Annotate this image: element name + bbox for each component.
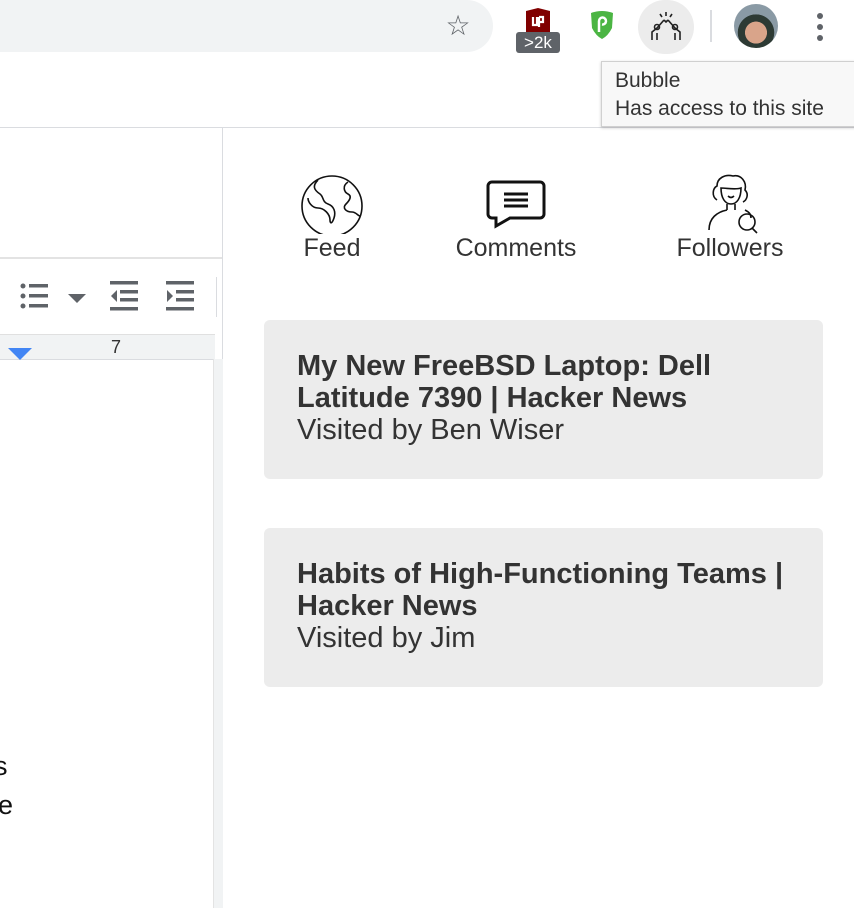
bubble-nav: Feed Comments Followers [223, 170, 854, 270]
dropdown-arrow-icon[interactable] [68, 294, 86, 304]
profile-avatar[interactable] [734, 4, 778, 48]
document-text: s [0, 751, 8, 781]
nav-label: Followers [676, 234, 784, 262]
history-card[interactable]: Habits of High-Functioning Teams | Hacke… [264, 528, 823, 687]
document-text: . [0, 530, 2, 561]
docs-toolbar [0, 257, 222, 336]
speech-bubble-icon [486, 180, 546, 229]
nav-followers[interactable]: Followers [670, 170, 790, 263]
globe-icon [301, 175, 363, 234]
ruler[interactable]: 7 [0, 334, 215, 360]
card-title[interactable]: Habits of High-Functioning Teams | Hacke… [297, 558, 803, 622]
high-five-icon [651, 12, 681, 40]
ublock-origin-icon[interactable] [524, 8, 552, 32]
card-title[interactable]: My New FreeBSD Laptop: Dell Latitude 739… [297, 350, 803, 414]
card-visited-by: Visited by Ben Wiser [297, 414, 565, 446]
bubble-extension-button[interactable] [638, 0, 694, 54]
ruler-number: 7 [111, 337, 122, 357]
address-bar[interactable] [0, 0, 493, 52]
decrease-indent-icon[interactable] [110, 281, 138, 311]
nav-comments[interactable]: Comments [451, 170, 581, 263]
person-search-icon [708, 174, 758, 234]
scrollbar[interactable] [213, 359, 223, 908]
document-text: e [0, 790, 14, 820]
extension-tooltip: Bubble Has access to this site [601, 61, 854, 127]
nav-label: Comments [455, 234, 577, 262]
google-docs-pane [0, 128, 223, 908]
more-menu-icon[interactable] [808, 8, 832, 44]
bookmark-star-icon[interactable]: ☆ [442, 10, 474, 42]
vpn-shield-icon[interactable] [588, 10, 616, 40]
history-card[interactable]: My New FreeBSD Laptop: Dell Latitude 739… [264, 320, 823, 479]
nav-feed[interactable]: Feed [300, 170, 364, 263]
bulleted-list-icon[interactable] [20, 283, 50, 311]
increase-indent-icon[interactable] [166, 281, 194, 311]
nav-label: Feed [303, 234, 361, 262]
indent-marker-icon[interactable] [8, 348, 32, 360]
tooltip-subtitle: Has access to this site [615, 97, 824, 120]
extension-badge: >2k [516, 32, 560, 53]
toolbar-separator [216, 277, 217, 317]
toolbar-separator [710, 10, 712, 42]
tooltip-title: Bubble [615, 69, 681, 92]
card-visited-by: Visited by Jim [297, 622, 476, 654]
